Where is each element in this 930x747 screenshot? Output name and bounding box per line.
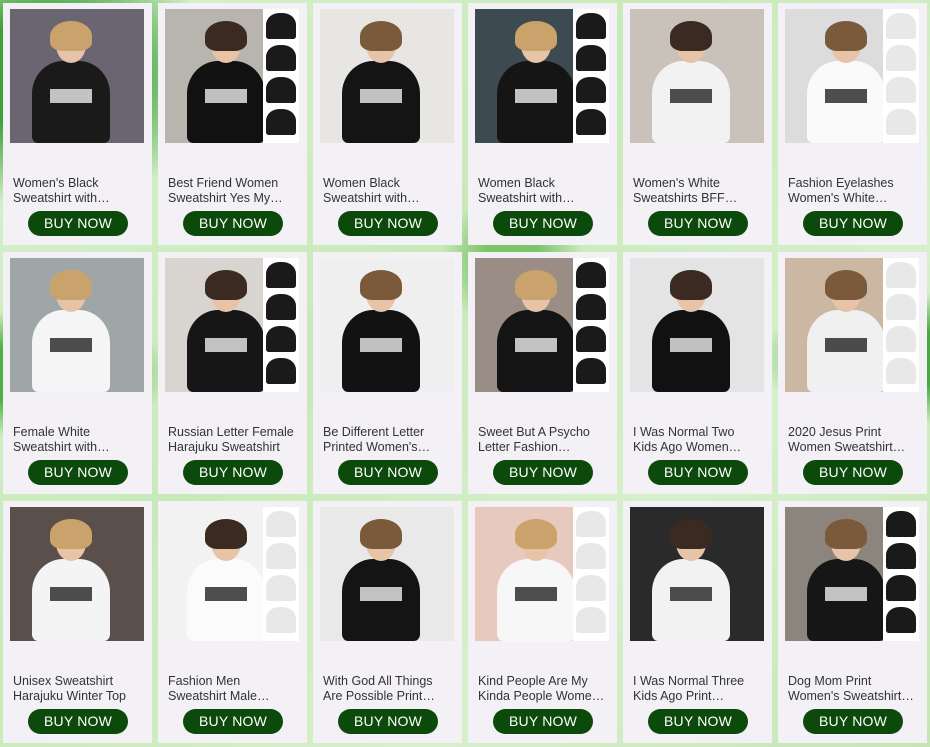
black-sweatshirt-photo-icon[interactable] [320, 258, 454, 392]
white-sweatshirt-photo-icon[interactable] [165, 507, 299, 641]
product-card[interactable]: Be Different Letter Printed Women's Swea… [313, 252, 462, 494]
product-card[interactable]: Unisex Sweatshirt Harajuku Winter Top BUY… [3, 501, 152, 743]
buy-now-button[interactable]: BUY NOW [28, 211, 128, 236]
buy-now-button[interactable]: BUY NOW [183, 709, 283, 734]
white-sweatshirt-photo-icon[interactable] [630, 507, 764, 641]
product-title[interactable]: Be Different Letter Printed Women's Swea… [323, 425, 451, 455]
buy-now-button[interactable]: BUY NOW [803, 211, 903, 236]
black-sweatshirt-photo-icon[interactable] [320, 507, 454, 641]
product-title[interactable]: Women Black Sweatshirt with Russian Prin… [478, 176, 606, 206]
white-sweatshirt-photo-icon[interactable] [10, 507, 144, 641]
white-sweatshirt-photo-icon[interactable] [10, 258, 144, 392]
product-card[interactable]: Fashion Men Sweatshirt Male Pullover BUY … [158, 501, 307, 743]
product-card[interactable]: I Was Normal Two Kids Ago Women Sweatshi… [623, 252, 772, 494]
product-title[interactable]: Dog Mom Print Women's Sweatshirt Black [788, 674, 916, 704]
buy-now-button[interactable]: BUY NOW [338, 709, 438, 734]
bff-sweatshirt-photo-icon[interactable] [165, 9, 299, 143]
black-sweatshirt-photo-icon[interactable] [320, 9, 454, 143]
product-card[interactable]: I Was Normal Three Kids Ago Print Sweats… [623, 501, 772, 743]
buy-now-button[interactable]: BUY NOW [183, 460, 283, 485]
buy-now-button[interactable]: BUY NOW [28, 460, 128, 485]
black-sweatshirt-photo-icon[interactable] [630, 258, 764, 392]
product-title[interactable]: Best Friend Women Sweatshirt Yes My BFF … [168, 176, 296, 206]
product-card[interactable]: 2020 Jesus Print Women Sweatshirt Fashio… [778, 252, 927, 494]
buy-now-button[interactable]: BUY NOW [183, 211, 283, 236]
black-sweatshirt-photo-icon[interactable] [475, 258, 609, 392]
jesus-sweatshirt-photo-icon[interactable] [785, 258, 919, 392]
product-card[interactable]: Women's White Sweatshirts BFF Burger Fri… [623, 3, 772, 245]
buy-now-button[interactable]: BUY NOW [493, 460, 593, 485]
product-title[interactable]: Sweet But A Psycho Letter Fashion Sweats… [478, 425, 606, 455]
buy-now-button[interactable]: BUY NOW [648, 211, 748, 236]
buy-now-button[interactable]: BUY NOW [338, 211, 438, 236]
product-title[interactable]: I Was Normal Three Kids Ago Print Sweats… [633, 674, 761, 704]
product-grid: Women's Black Sweatshirt with Russian Te… [3, 3, 927, 743]
buy-now-button[interactable]: BUY NOW [28, 709, 128, 734]
buy-now-button[interactable]: BUY NOW [493, 709, 593, 734]
black-sweatshirt-photo-icon[interactable] [10, 9, 144, 143]
product-card[interactable]: Women Black Sweatshirt with Russian Lett… [313, 3, 462, 245]
product-card[interactable]: Fashion Eyelashes Women's White Sweatshi… [778, 3, 927, 245]
product-card[interactable]: Women's Black Sweatshirt with Russian Te… [3, 3, 152, 245]
product-title[interactable]: Women Black Sweatshirt with Russian Lett… [323, 176, 451, 206]
product-card[interactable]: With God All Things Are Possible Print S… [313, 501, 462, 743]
product-title[interactable]: Unisex Sweatshirt Harajuku Winter Top [13, 674, 141, 704]
black-sweatshirt-photo-icon[interactable] [165, 258, 299, 392]
product-card[interactable]: Female White Sweatshirt with Russian Let… [3, 252, 152, 494]
product-title[interactable]: I Was Normal Two Kids Ago Women Sweatshi… [633, 425, 761, 455]
product-title[interactable]: With God All Things Are Possible Print S… [323, 674, 451, 704]
product-card[interactable]: Sweet But A Psycho Letter Fashion Sweats… [468, 252, 617, 494]
buy-now-button[interactable]: BUY NOW [803, 460, 903, 485]
buy-now-button[interactable]: BUY NOW [648, 460, 748, 485]
buy-now-button[interactable]: BUY NOW [803, 709, 903, 734]
buy-now-button[interactable]: BUY NOW [338, 460, 438, 485]
product-card[interactable]: Kind People Are My Kinda People Women Sw… [468, 501, 617, 743]
product-card[interactable]: Russian Letter Female Harajuku Sweatshir… [158, 252, 307, 494]
product-title[interactable]: Russian Letter Female Harajuku Sweatshir… [168, 425, 296, 455]
product-card[interactable]: Best Friend Women Sweatshirt Yes My BFF … [158, 3, 307, 245]
buy-now-button[interactable]: BUY NOW [493, 211, 593, 236]
product-title[interactable]: Women's Black Sweatshirt with Russian Te… [13, 176, 141, 206]
black-sweatshirt-photo-icon[interactable] [475, 9, 609, 143]
white-sweatshirt-photo-icon[interactable] [475, 507, 609, 641]
product-title[interactable]: Kind People Are My Kinda People Women Sw… [478, 674, 606, 704]
product-title[interactable]: Women's White Sweatshirts BFF Burger Fri… [633, 176, 761, 206]
product-title[interactable]: Fashion Men Sweatshirt Male Pullover [168, 674, 296, 704]
eyelash-sweatshirt-photo-icon[interactable] [785, 9, 919, 143]
dog-mom-sweatshirt-photo-icon[interactable] [785, 507, 919, 641]
product-title[interactable]: 2020 Jesus Print Women Sweatshirt Fashio… [788, 425, 916, 455]
product-title[interactable]: Female White Sweatshirt with Russian Let… [13, 425, 141, 455]
product-card[interactable]: Dog Mom Print Women's Sweatshirt Black BU… [778, 501, 927, 743]
product-card[interactable]: Women Black Sweatshirt with Russian Prin… [468, 3, 617, 245]
white-sweatshirt-photo-icon[interactable] [630, 9, 764, 143]
buy-now-button[interactable]: BUY NOW [648, 709, 748, 734]
product-title[interactable]: Fashion Eyelashes Women's White Sweatshi… [788, 176, 916, 206]
